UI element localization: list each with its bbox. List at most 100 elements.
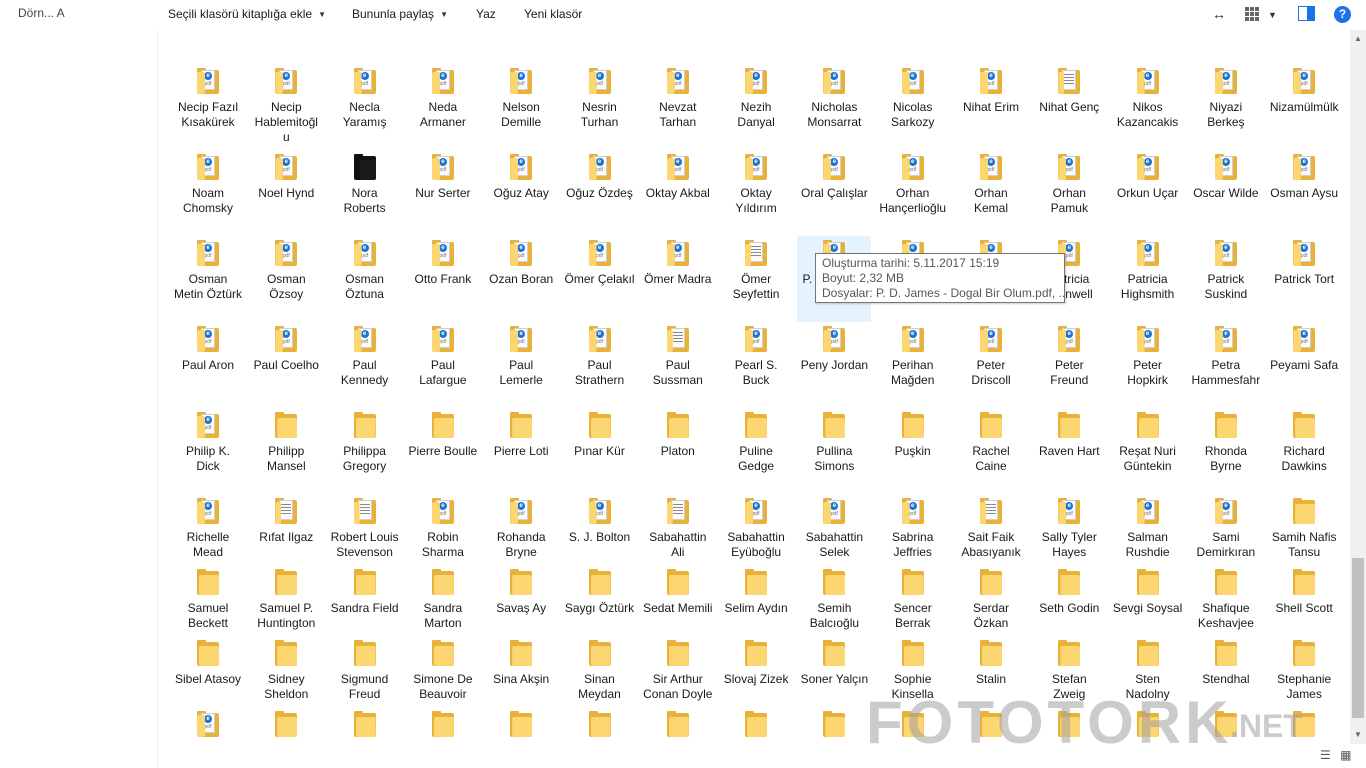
folder-item[interactable]: e pdf Orkun Uçar	[1111, 150, 1185, 236]
folder-item[interactable]: e pdf Peter Driscoll	[954, 322, 1028, 408]
folder-item[interactable]: e pdf Nizamülmülk	[1267, 64, 1341, 150]
folder-item[interactable]	[328, 707, 402, 744]
folder-item[interactable]: e pdf Noel Hynd	[249, 150, 323, 236]
folder-item[interactable]: e pdf Paul Strathern	[563, 322, 637, 408]
folder-item[interactable]: e pdf Niyazi Berkeş	[1189, 64, 1263, 150]
help-icon[interactable]: ?	[1334, 6, 1351, 23]
folder-item[interactable]: Raven Hart	[1032, 408, 1106, 494]
folder-item[interactable]: e pdf Paul Kennedy	[328, 322, 402, 408]
folder-item[interactable]: e pdf Neda Armaner	[406, 64, 480, 150]
folder-item[interactable]: e pdf Paul Aron	[171, 322, 245, 408]
folder-item[interactable]: Ömer Seyfettin	[719, 236, 793, 322]
folder-item[interactable]: e pdf Necip Hablemitoğlu	[249, 64, 323, 150]
vertical-scrollbar[interactable]: ▲ ▼	[1350, 30, 1366, 744]
folder-item[interactable]	[249, 707, 323, 744]
navigation-pane[interactable]	[0, 30, 158, 768]
scroll-up-icon[interactable]: ▲	[1354, 34, 1362, 43]
folder-item[interactable]: e pdf Peyami Safa	[1267, 322, 1341, 408]
folder-item[interactable]: e pdf Ömer Çelakıl	[563, 236, 637, 322]
folder-item[interactable]	[719, 707, 793, 744]
folder-item[interactable]: e pdf Oğuz Atay	[484, 150, 558, 236]
folder-item[interactable]: Rhonda Byrne	[1189, 408, 1263, 494]
folder-item[interactable]: e pdf Nicolas Sarkozy	[876, 64, 950, 150]
folder-item[interactable]: Puline Gedge	[719, 408, 793, 494]
folder-item[interactable]: e pdf Patricia Highsmith	[1111, 236, 1185, 322]
folder-item[interactable]: e pdf Peny Jordan	[797, 322, 871, 408]
folder-item[interactable]: e pdf	[171, 707, 245, 744]
folder-item[interactable]: e pdf Nezih Danyal	[719, 64, 793, 150]
folder-item[interactable]: e pdf Nikos Kazancakis	[1111, 64, 1185, 150]
folder-item[interactable]: e pdf Orhan Kemal	[954, 150, 1028, 236]
folder-item[interactable]: e pdf Paul Lafargue	[406, 322, 480, 408]
view-options-icon[interactable]	[1244, 6, 1260, 25]
folder-item[interactable]: e pdf Orhan Pamuk	[1032, 150, 1106, 236]
details-view-icon[interactable]: ☰	[1320, 748, 1331, 762]
view-switcher[interactable]: ☰ ▦	[1320, 748, 1351, 762]
folder-item[interactable]: e pdf Orhan Hançerlioğlu	[876, 150, 950, 236]
folder-item[interactable]: Paul Sussman	[641, 322, 715, 408]
folder-item[interactable]: Pullina Simons	[797, 408, 871, 494]
folder-item[interactable]: e pdf Oscar Wilde	[1189, 150, 1263, 236]
folder-item[interactable]: e pdf Osman Metin Öztürk	[171, 236, 245, 322]
folder-item[interactable]: e pdf Necla Yaramış	[328, 64, 402, 150]
folder-item[interactable]: e pdf Osman Özsoy	[249, 236, 323, 322]
new-folder-button[interactable]: Yeni klasör	[524, 7, 582, 21]
file-list-view[interactable]: RosenbergepdfNecip Fazıl KısakürekepdfNe…	[160, 30, 1350, 744]
preview-pane-icon[interactable]	[1298, 6, 1315, 24]
folder-item[interactable]: e pdf Peter Hopkirk	[1111, 322, 1185, 408]
burn-button[interactable]: Yaz	[476, 7, 496, 21]
folder-item[interactable]: Nihat Genç	[1032, 64, 1106, 150]
scroll-down-icon[interactable]: ▼	[1354, 730, 1362, 739]
folder-item[interactable]: Pınar Kür	[563, 408, 637, 494]
resize-icon[interactable]: ↔	[1212, 6, 1226, 22]
folder-item[interactable]: e pdf Otto Frank	[406, 236, 480, 322]
folder-item[interactable]: e pdf Necip Fazıl Kısakürek	[171, 64, 245, 150]
scrollbar-thumb[interactable]	[1352, 558, 1364, 718]
add-to-library-button[interactable]: Seçili klasörü kitaplığa ekle ▼	[168, 7, 326, 21]
folder-pdf-icon: epdf	[1213, 240, 1239, 268]
folder-item[interactable]	[563, 707, 637, 744]
folder-item[interactable]	[641, 707, 715, 744]
folder-item[interactable]: e pdf Petra Hammesfahr	[1189, 322, 1263, 408]
folder-item[interactable]: e pdf Philip K. Dick	[171, 408, 245, 494]
folder-item[interactable]: e pdf Nelson Demille	[484, 64, 558, 150]
folder-item[interactable]: e pdf Peter Freund	[1032, 322, 1106, 408]
folder-item[interactable]: e pdf Nevzat Tarhan	[641, 64, 715, 150]
folder-item[interactable]	[406, 707, 480, 744]
folder-item[interactable]: e pdf Nicholas Monsarrat	[797, 64, 871, 150]
folder-item[interactable]	[797, 707, 871, 744]
folder-item[interactable]	[484, 707, 558, 744]
folder-item[interactable]: Puşkin	[876, 408, 950, 494]
folder-item[interactable]: e pdf Osman Aysu	[1267, 150, 1341, 236]
folder-item[interactable]: Reşat Nuri Güntekin	[1111, 408, 1185, 494]
folder-item[interactable]: e pdf Paul Lemerle	[484, 322, 558, 408]
large-icons-view-icon[interactable]: ▦	[1340, 748, 1351, 762]
folder-item[interactable]: e pdf Pearl S. Buck	[719, 322, 793, 408]
folder-item[interactable]: e pdf Oktay Akbal	[641, 150, 715, 236]
folder-item[interactable]: Rachel Caine	[954, 408, 1028, 494]
folder-item[interactable]: e pdf Nur Serter	[406, 150, 480, 236]
folder-item[interactable]: e pdf Noam Chomsky	[171, 150, 245, 236]
chevron-down-icon[interactable]: ▼	[1268, 10, 1277, 20]
folder-item[interactable]: e pdf Perihan Mağden	[876, 322, 950, 408]
folder-item[interactable]: e pdf Nesrin Turhan	[563, 64, 637, 150]
folder-item[interactable]: Pierre Boulle	[406, 408, 480, 494]
folder-item[interactable]: Platon	[641, 408, 715, 494]
folder-item[interactable]: e pdf Ozan Boran	[484, 236, 558, 322]
folder-item[interactable]: e pdf Oğuz Özdeş	[563, 150, 637, 236]
folder-item[interactable]: e pdf Oktay Yıldırım	[719, 150, 793, 236]
folder-item[interactable]: e pdf Osman Öztuna	[328, 236, 402, 322]
folder-item[interactable]: e pdf Oral Çalışlar	[797, 150, 871, 236]
folder-icon	[978, 640, 1004, 668]
folder-item[interactable]: e pdf Ömer Madra	[641, 236, 715, 322]
folder-item[interactable]: e pdf Paul Coelho	[249, 322, 323, 408]
folder-item[interactable]: e pdf Patrick Suskind	[1189, 236, 1263, 322]
folder-item[interactable]: Richard Dawkins	[1267, 408, 1341, 494]
share-with-button[interactable]: Bununla paylaş ▼	[352, 7, 448, 21]
folder-item[interactable]: e pdf Patrick Tort	[1267, 236, 1341, 322]
folder-item[interactable]: Philipp Mansel	[249, 408, 323, 494]
folder-item[interactable]: e pdf Nihat Erim	[954, 64, 1028, 150]
folder-item[interactable]: Pierre Loti	[484, 408, 558, 494]
folder-item[interactable]: Philippa Gregory	[328, 408, 402, 494]
folder-item[interactable]: Nora Roberts	[328, 150, 402, 236]
